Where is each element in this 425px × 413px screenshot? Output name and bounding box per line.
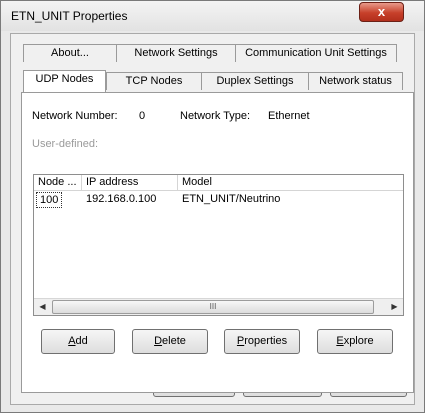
list-item[interactable]: 100 192.168.0.100 ETN_UNIT/Neutrino bbox=[34, 192, 403, 208]
network-number-value: 0 bbox=[139, 110, 146, 122]
scroll-left-icon[interactable]: ◀ bbox=[34, 299, 51, 315]
network-type-value: Ethernet bbox=[268, 110, 310, 122]
column-model[interactable]: Model bbox=[178, 175, 403, 191]
title-bar[interactable]: ETN_UNIT Properties x bbox=[1, 1, 424, 31]
scroll-right-icon[interactable]: ▶ bbox=[386, 299, 403, 315]
tab-communication-unit-settings[interactable]: Communication Unit Settings bbox=[235, 44, 397, 62]
udp-nodes-panel: Network Number: 0 Network Type: Ethernet… bbox=[21, 92, 414, 393]
scroll-thumb[interactable]: III bbox=[52, 300, 374, 314]
thumb-grip: III bbox=[209, 302, 217, 311]
delete-button[interactable]: Delete bbox=[132, 329, 208, 354]
user-defined-label: User-defined: bbox=[32, 138, 99, 150]
network-number-label: Network Number: bbox=[32, 110, 118, 122]
properties-button[interactable]: Properties bbox=[224, 329, 300, 354]
properties-dialog: ETN_UNIT Properties x About... Network S… bbox=[0, 0, 425, 413]
explore-button[interactable]: Explore bbox=[317, 329, 393, 354]
node-cell: 100 bbox=[36, 192, 63, 208]
close-button[interactable]: x bbox=[359, 2, 404, 22]
tab-udp-nodes[interactable]: UDP Nodes bbox=[23, 70, 106, 92]
close-icon: x bbox=[377, 4, 386, 19]
window-title: ETN_UNIT Properties bbox=[11, 9, 128, 23]
list-header: Node ... IP address Model bbox=[34, 175, 403, 191]
column-node[interactable]: Node ... bbox=[34, 175, 82, 191]
tab-about[interactable]: About... bbox=[23, 44, 117, 62]
network-type-label: Network Type: bbox=[180, 110, 251, 122]
tab-tcp-nodes[interactable]: TCP Nodes bbox=[106, 72, 202, 90]
tab-network-settings[interactable]: Network Settings bbox=[116, 44, 236, 62]
tab-network-status[interactable]: Network status bbox=[308, 72, 403, 90]
column-ip-address[interactable]: IP address bbox=[82, 175, 178, 191]
horizontal-scrollbar[interactable]: ◀ III ▶ bbox=[34, 298, 403, 315]
ip-cell: 192.168.0.100 bbox=[86, 193, 157, 205]
tab-duplex-settings[interactable]: Duplex Settings bbox=[201, 72, 309, 90]
dialog-body: About... Network Settings Communication … bbox=[10, 33, 415, 405]
model-cell: ETN_UNIT/Neutrino bbox=[182, 193, 281, 205]
nodes-list[interactable]: Node ... IP address Model 100 192.168.0.… bbox=[33, 174, 404, 316]
add-button[interactable]: Add bbox=[41, 329, 115, 354]
